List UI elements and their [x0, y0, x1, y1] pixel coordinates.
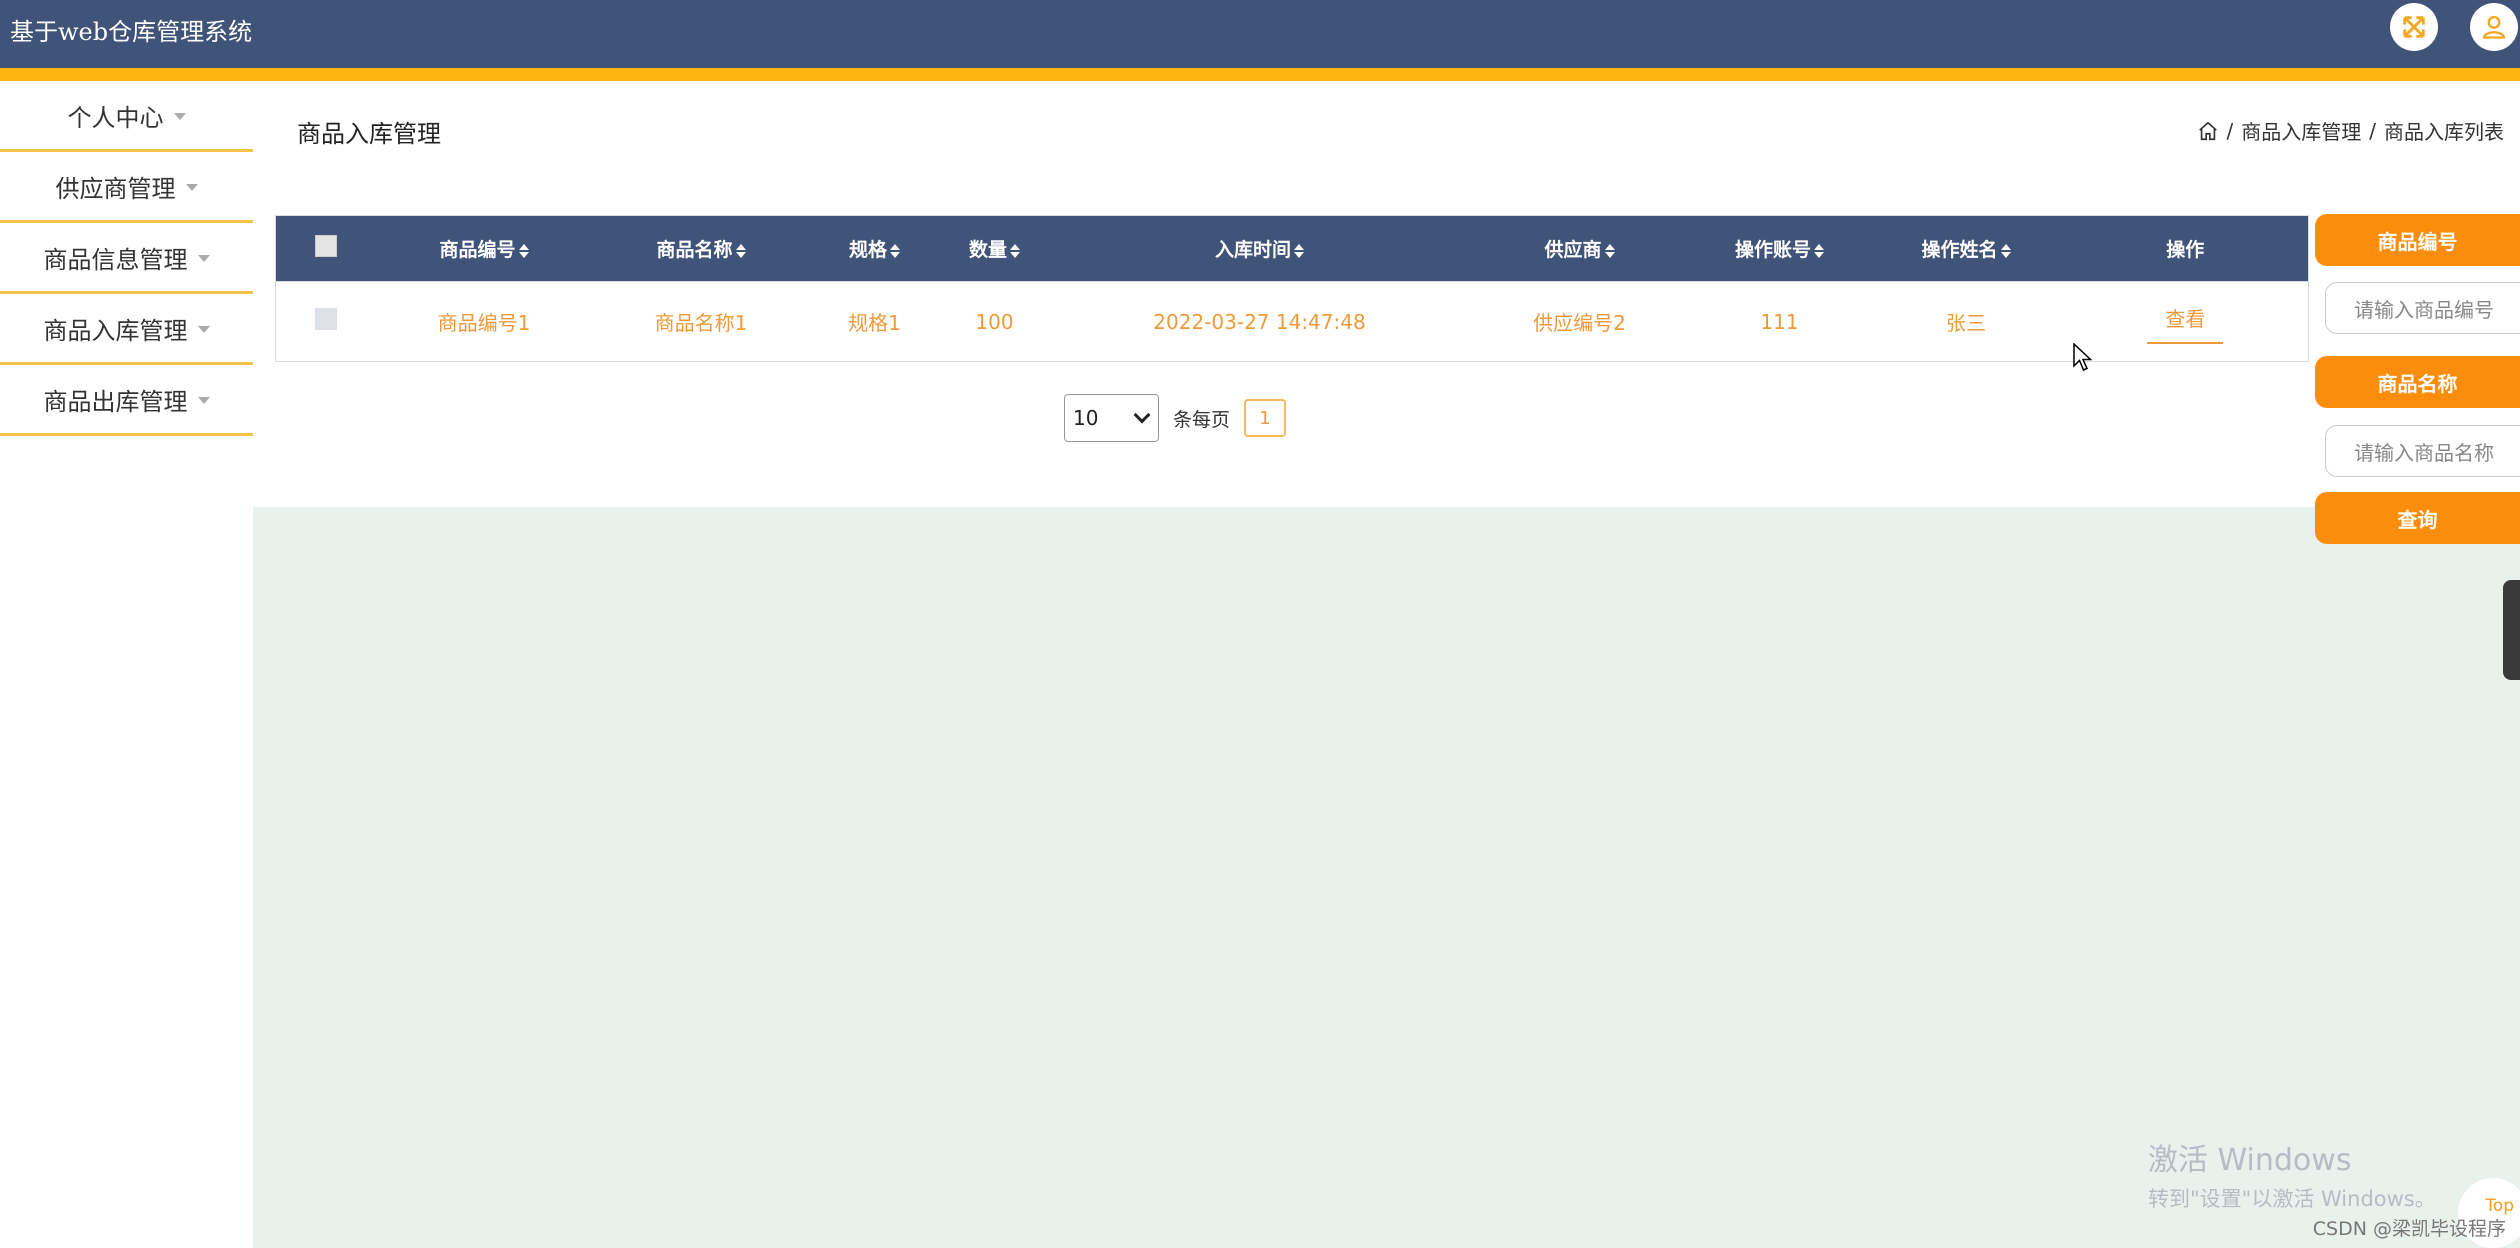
- column-header-supplier[interactable]: 供应商: [1469, 215, 1690, 282]
- csdn-credit: CSDN @梁凯毕设程序: [2312, 1218, 2506, 1240]
- table-row: 商品编号1 商品名称1 规格1 100 2022-03-27 14:47:48 …: [275, 281, 2309, 362]
- breadcrumb-separator: /: [2226, 118, 2234, 143]
- user-menu-button[interactable]: [2470, 3, 2518, 51]
- sidebar-item-product-info[interactable]: 商品信息管理: [0, 223, 253, 294]
- column-header-spec[interactable]: 规格: [809, 215, 940, 282]
- sidebar-item-label: 供应商管理: [55, 174, 176, 203]
- mouse-cursor-icon: [2073, 343, 2093, 371]
- column-header-code[interactable]: 商品编号: [375, 215, 593, 282]
- watermark-line1: 激活 Windows: [2148, 1143, 2352, 1178]
- chevron-down-icon: [1133, 406, 1151, 424]
- caret-down-icon: [185, 183, 198, 191]
- column-header-qty[interactable]: 数量: [939, 215, 1050, 282]
- sort-icon: [1604, 243, 1615, 258]
- cell-qty: 100: [939, 281, 1050, 362]
- row-select-cell: [275, 281, 376, 362]
- windows-activation-watermark: 激活 Windows 转到"设置"以激活 Windows。: [2148, 1135, 2436, 1213]
- sidebar-item-label: 个人中心: [67, 103, 164, 132]
- sidebar-item-label: 商品信息管理: [43, 245, 188, 274]
- pagination: 10 条每页 1: [1064, 394, 1287, 442]
- search-code-input[interactable]: 请输入商品编号: [2325, 282, 2520, 334]
- select-all-checkbox[interactable]: [314, 235, 337, 257]
- sort-icon: [2000, 243, 2011, 258]
- sidebar-item-stock-in[interactable]: 商品入库管理: [0, 294, 253, 365]
- side-drawer-handle[interactable]: [2503, 580, 2520, 680]
- column-header-account[interactable]: 操作账号: [1689, 215, 1870, 282]
- sidebar-item-personal-center[interactable]: 个人中心: [0, 81, 253, 152]
- cell-account: 111: [1689, 281, 1870, 362]
- column-header-name[interactable]: 商品名称: [592, 215, 810, 282]
- stock-in-table: 商品编号 商品名称 规格 数量 入库时间 供应商 操作账号 操作姓名 操作 商品…: [275, 215, 2309, 362]
- watermark-line2: 转到"设置"以激活 Windows。: [2148, 1187, 2436, 1211]
- sidebar-item-stock-out[interactable]: 商品出库管理: [0, 365, 253, 436]
- sidebar-item-label: 商品出库管理: [43, 387, 188, 416]
- sidebar: 个人中心 供应商管理 商品信息管理 商品入库管理 商品出库管理: [0, 81, 253, 436]
- cell-code: 商品编号1: [375, 281, 593, 362]
- per-page-label: 条每页: [1173, 408, 1231, 431]
- cell-operator: 张三: [1869, 281, 2063, 362]
- cell-spec: 规格1: [809, 281, 940, 362]
- column-header-time[interactable]: 入库时间: [1049, 215, 1470, 282]
- breadcrumb-item[interactable]: 商品入库管理: [2241, 116, 2361, 145]
- back-to-top-label: Top: [2485, 1196, 2514, 1216]
- sort-icon: [890, 243, 900, 258]
- home-icon[interactable]: [2197, 120, 2219, 142]
- sidebar-item-supplier-management[interactable]: 供应商管理: [0, 152, 253, 223]
- column-header-operator[interactable]: 操作姓名: [1869, 215, 2063, 282]
- page-button-current[interactable]: 1: [1244, 399, 1287, 437]
- accent-stripe: [0, 68, 2520, 81]
- sort-icon: [735, 243, 746, 258]
- cell-supplier: 供应编号2: [1469, 281, 1690, 362]
- select-all-cell: [275, 215, 376, 282]
- page-size-value: 10: [1073, 406, 1099, 430]
- cell-action: 查看: [2062, 281, 2309, 362]
- user-icon: [2482, 15, 2506, 39]
- caret-down-icon: [197, 325, 210, 333]
- sort-icon: [1294, 243, 1304, 258]
- cell-name: 商品名称1: [592, 281, 810, 362]
- caret-down-icon: [173, 112, 186, 120]
- view-button[interactable]: 查看: [2147, 299, 2224, 344]
- column-header-action: 操作: [2062, 215, 2309, 282]
- page-title: 商品入库管理: [297, 120, 441, 148]
- cell-time: 2022-03-27 14:47:48: [1049, 281, 1470, 362]
- row-checkbox[interactable]: [314, 308, 337, 330]
- sidebar-item-label: 商品入库管理: [43, 316, 188, 345]
- caret-down-icon: [197, 396, 210, 404]
- search-code-label: 商品编号: [2315, 214, 2520, 266]
- search-name-input[interactable]: 请输入商品名称: [2325, 425, 2520, 477]
- query-button[interactable]: 查询: [2315, 492, 2520, 544]
- breadcrumb-separator: /: [2369, 118, 2376, 143]
- breadcrumb: / 商品入库管理 / 商品入库列表: [2197, 116, 2504, 145]
- sort-icon: [518, 243, 529, 258]
- search-name-label: 商品名称: [2315, 356, 2520, 408]
- page-size-select[interactable]: 10: [1064, 394, 1159, 442]
- table-header-row: 商品编号 商品名称 规格 数量 入库时间 供应商 操作账号 操作姓名 操作: [275, 215, 2309, 282]
- sort-icon: [1010, 243, 1020, 258]
- sort-icon: [1814, 243, 1824, 258]
- fullscreen-button[interactable]: [2390, 3, 2438, 51]
- breadcrumb-item: 商品入库列表: [2384, 120, 2504, 144]
- app-title: 基于web仓库管理系统: [10, 18, 253, 46]
- expand-arrows-icon: [2403, 16, 2425, 38]
- top-header: 基于web仓库管理系统: [0, 0, 2520, 68]
- caret-down-icon: [197, 254, 210, 262]
